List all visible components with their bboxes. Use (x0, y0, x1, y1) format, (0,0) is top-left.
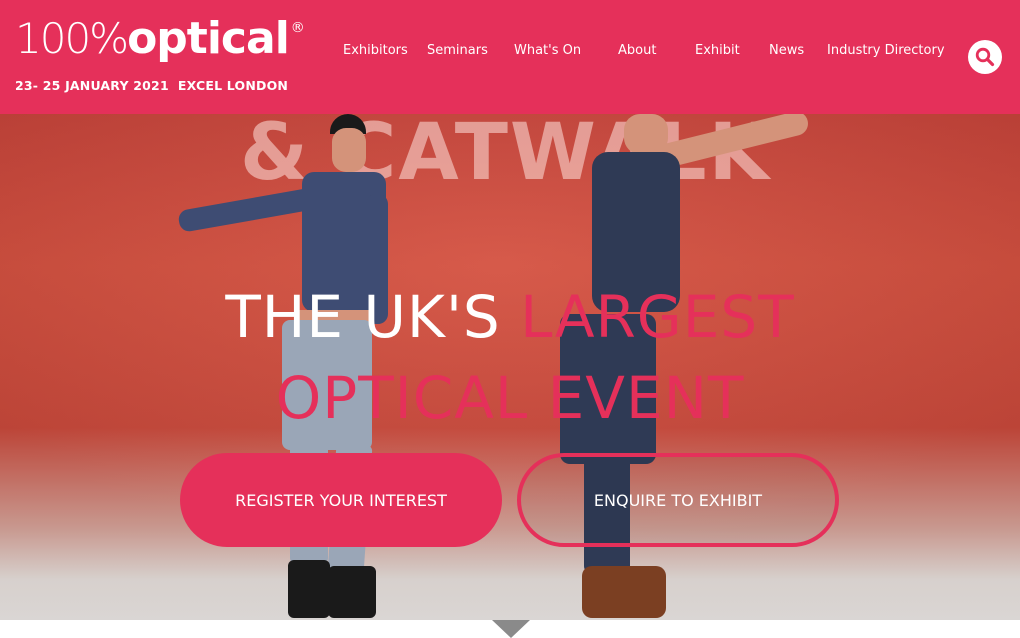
hero-headline-uks: THE UK'S (225, 283, 501, 351)
event-venue: EXCEL LONDON (177, 78, 289, 93)
nav-item-news[interactable]: News (769, 43, 804, 58)
nav-item-whats-on[interactable]: What's On (514, 43, 581, 58)
nav-item-exhibit[interactable]: Exhibit (695, 43, 740, 58)
nav-item-industry-directory[interactable]: Industry Directory (827, 43, 945, 58)
event-dates: 23- 25 JANUARY 2021 EXCEL LONDON (15, 78, 288, 93)
hero-headline-line-1: THE UK'S LARGEST (0, 288, 1020, 346)
logo-registered-mark: ® (290, 20, 305, 36)
site-header: 100%optical ® 23- 25 JANUARY 2021 EXCEL LO… (0, 0, 1020, 114)
nav-item-seminars[interactable]: Seminars (427, 43, 488, 58)
enquire-to-exhibit-button[interactable]: ENQUIRE TO EXHIBIT (517, 453, 839, 547)
hero-headline-largest: LARGEST (520, 283, 795, 351)
search-icon (975, 47, 995, 67)
main-nav: Exhibitors Seminars What's On About Exhi… (0, 43, 1020, 63)
hero-banner: & CATWALK THE UK'S LARGEST OPTICAL EVENT (0, 114, 1020, 620)
scroll-down-arrow-icon[interactable] (492, 620, 530, 638)
hero-headline-line-2: OPTICAL EVENT (0, 369, 1020, 427)
register-interest-button[interactable]: REGISTER YOUR INTEREST (180, 453, 502, 547)
event-date-range: 23- 25 JANUARY 2021 (15, 78, 169, 93)
search-button[interactable] (968, 40, 1002, 74)
hero-headline-optical-event: OPTICAL EVENT (275, 364, 745, 432)
nav-item-exhibitors[interactable]: Exhibitors (343, 43, 408, 58)
nav-item-about[interactable]: About (618, 43, 656, 58)
